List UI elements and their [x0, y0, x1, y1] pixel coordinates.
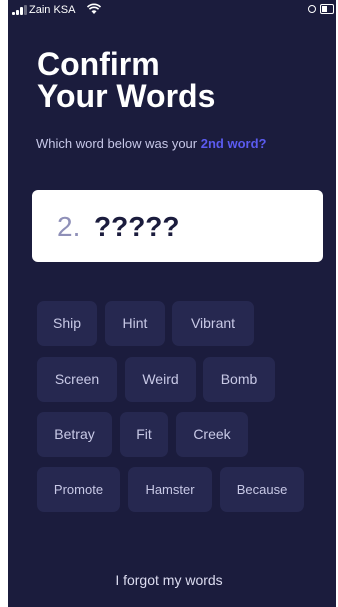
word-slot-number: 2. [57, 211, 81, 242]
question-text: Which word below was your 2nd word? [36, 136, 266, 151]
page-title: Confirm Your Words [37, 46, 216, 114]
word-option-promote[interactable]: Promote [37, 467, 120, 512]
word-option-weird[interactable]: Weird [125, 357, 196, 402]
rotation-lock-icon [308, 5, 316, 13]
status-right-icons [308, 4, 336, 16]
word-option-hamster[interactable]: Hamster [128, 467, 212, 512]
word-position-highlight: 2nd word? [200, 136, 267, 151]
forgot-words-link[interactable]: I forgot my words [8, 572, 336, 588]
word-option-creek[interactable]: Creek [176, 412, 248, 457]
battery-icon [320, 4, 334, 14]
word-option-screen[interactable]: Screen [37, 357, 117, 402]
question-prefix: Which word below was your [36, 136, 201, 151]
word-slot-card: 2. ????? [32, 190, 323, 262]
signal-icon [12, 5, 28, 15]
word-option-ship[interactable]: Ship [37, 301, 97, 346]
wifi-icon [87, 3, 101, 14]
word-option-betray[interactable]: Betray [37, 412, 112, 457]
word-option-bomb[interactable]: Bomb [203, 357, 275, 402]
app-screen: Zain KSA Confirm Your Words Which word b… [8, 0, 336, 607]
word-option-because[interactable]: Because [220, 467, 304, 512]
word-option-vibrant[interactable]: Vibrant [172, 301, 254, 346]
word-slot-placeholder: ????? [94, 211, 180, 242]
status-bar: Zain KSA [8, 0, 336, 20]
word-option-hint[interactable]: Hint [105, 301, 165, 346]
carrier-label: Zain KSA [29, 4, 76, 16]
word-option-fit[interactable]: Fit [120, 412, 168, 457]
